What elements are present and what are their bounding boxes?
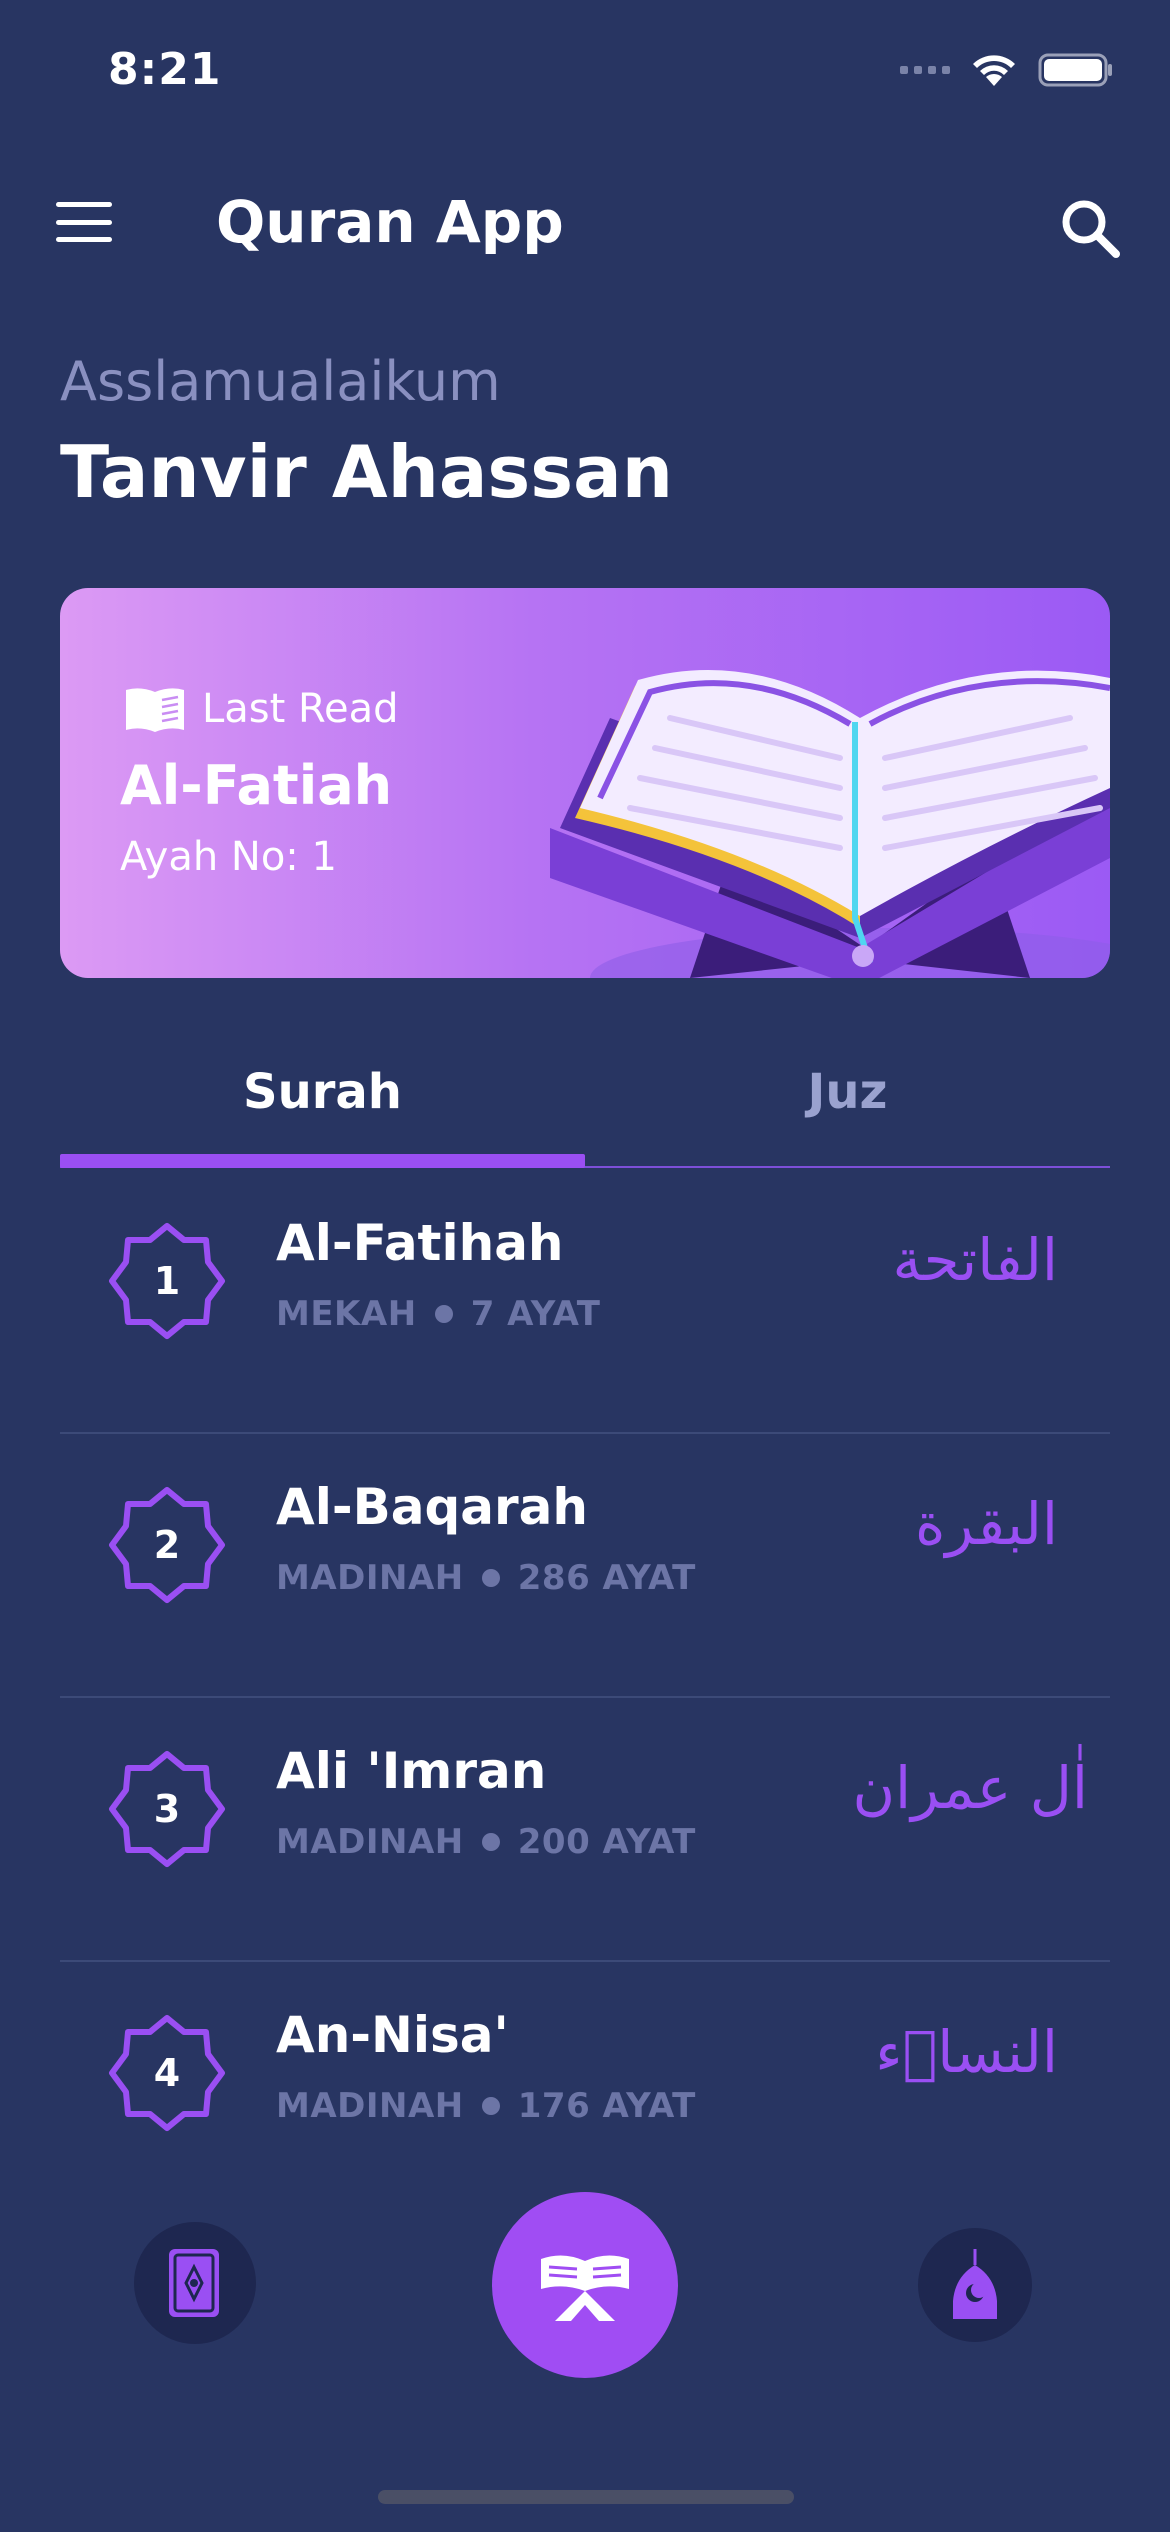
surah-place: MADINAH <box>276 2086 464 2126</box>
surah-meta: MADINAH 286 AYAT <box>276 1558 696 1598</box>
quran-book-icon <box>169 2249 219 2317</box>
wifi-icon <box>973 55 1015 86</box>
surah-place: MADINAH <box>276 1822 464 1862</box>
surah-meta: MADINAH 176 AYAT <box>276 2086 696 2126</box>
signal-icon <box>900 66 950 74</box>
nav-prayer-button[interactable] <box>918 2228 1032 2342</box>
surah-row-2[interactable]: 2 Al-Baqarah MADINAH 286 AYAT البقرة <box>60 1434 1110 1698</box>
surah-number: 4 <box>153 2051 181 2095</box>
last-read-ayah: Ayah No: 1 <box>120 834 337 880</box>
tab-surah[interactable]: Surah <box>60 1050 585 1168</box>
surah-row-3[interactable]: 3 Ali 'Imran MADINAH 200 AYAT اٰل عمران <box>60 1698 1110 1962</box>
last-read-card[interactable]: Last Read Al-Fatiah Ayah No: 1 <box>60 588 1110 978</box>
surah-number: 1 <box>153 1259 181 1303</box>
last-read-label: Last Read <box>202 686 399 732</box>
nav-quran-button[interactable] <box>134 2222 256 2344</box>
surah-arabic-name: الفاتحة <box>892 1226 1058 1294</box>
home-indicator[interactable] <box>378 2490 794 2504</box>
book-icon <box>126 688 184 732</box>
separator-dot <box>434 1305 453 1323</box>
user-name: Tanvir Ahassan <box>60 430 673 514</box>
surah-arabic-name: البقرة <box>914 1490 1058 1558</box>
surah-name: Al-Fatihah <box>276 1214 564 1272</box>
tab-bar: Surah Juz <box>60 1050 1110 1168</box>
surah-list: 1 Al-Fatihah MEKAH 7 AYAT الفاتحة 2 Al-B… <box>60 1170 1110 2226</box>
surah-ayat: 200 AYAT <box>517 1822 696 1862</box>
surah-ayat: 7 AYAT <box>470 1294 601 1334</box>
surah-row-4[interactable]: 4 An-Nisa' MADINAH 176 AYAT النساۤء <box>60 1962 1110 2226</box>
surah-arabic-name: اٰل عمران <box>852 1754 1088 1822</box>
status-time: 8:21 <box>108 44 222 95</box>
separator-dot <box>481 1833 500 1851</box>
surah-ayat: 286 AYAT <box>517 1558 696 1598</box>
page-title: Quran App <box>216 188 564 256</box>
surah-ayat: 176 AYAT <box>517 2086 696 2126</box>
last-read-label-row: Last Read <box>122 684 399 734</box>
surah-number: 3 <box>153 1787 181 1831</box>
status-icons <box>900 52 1114 88</box>
surah-number: 2 <box>153 1523 181 1567</box>
surah-arabic-name: النساۤء <box>875 2018 1058 2086</box>
surah-meta: MEKAH 7 AYAT <box>276 1294 600 1334</box>
last-read-surah: Al-Fatiah <box>120 754 393 817</box>
separator-dot <box>481 1569 500 1587</box>
greeting-text: Asslamualaikum <box>60 350 501 413</box>
surah-meta: MADINAH 200 AYAT <box>276 1822 696 1862</box>
surah-name: Ali 'Imran <box>276 1742 547 1800</box>
surah-name: Al-Baqarah <box>276 1478 588 1536</box>
tab-juz[interactable]: Juz <box>585 1050 1110 1166</box>
open-quran-illustration <box>550 669 1110 978</box>
separator-dot <box>481 2097 500 2115</box>
mosque-icon <box>953 2249 997 2319</box>
surah-name: An-Nisa' <box>276 2006 509 2064</box>
surah-place: MEKAH <box>276 1294 417 1334</box>
menu-icon[interactable] <box>56 202 112 242</box>
nav-read-button[interactable] <box>492 2192 678 2378</box>
surah-row-1[interactable]: 1 Al-Fatihah MEKAH 7 AYAT الفاتحة <box>60 1170 1110 1434</box>
search-icon[interactable] <box>1054 192 1126 264</box>
open-quran-icon <box>541 2255 629 2321</box>
battery-icon <box>1038 53 1112 87</box>
surah-place: MADINAH <box>276 1558 464 1598</box>
